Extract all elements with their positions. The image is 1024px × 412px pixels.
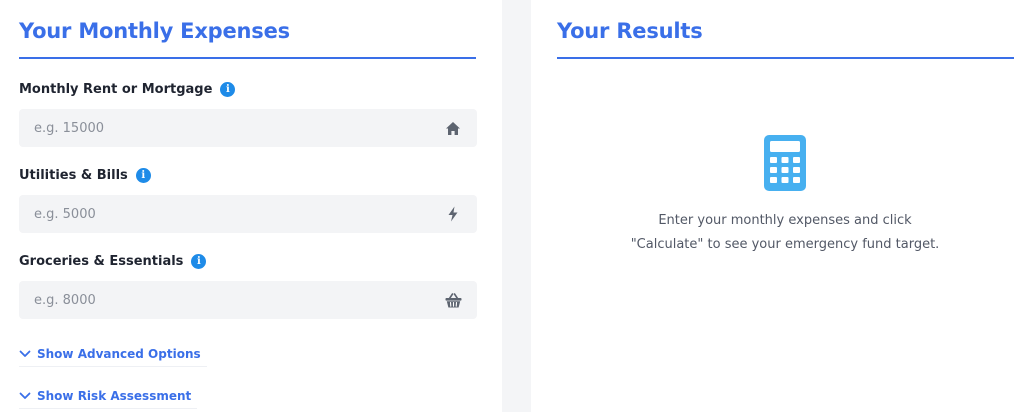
groceries-input[interactable]	[19, 281, 477, 319]
rent-input[interactable]	[19, 109, 477, 147]
info-icon[interactable]: i	[220, 82, 236, 97]
info-icon[interactable]: i	[135, 168, 151, 183]
results-empty-message: Enter your monthly expenses and click "C…	[630, 213, 940, 252]
chevron-down-icon	[19, 350, 31, 357]
groceries-field-label: Groceries & Essentials i	[19, 254, 207, 269]
utilities-label-text: Utilities & Bills	[19, 168, 128, 183]
basket-icon	[444, 291, 462, 309]
rent-field-label: Monthly Rent or Mortgage i	[19, 82, 236, 97]
home-icon	[444, 119, 462, 137]
expenses-panel: Your Monthly Expenses Monthly Rent or Mo…	[0, 0, 502, 412]
info-icon[interactable]: i	[191, 254, 207, 269]
calculator-icon	[764, 135, 806, 191]
show-advanced-options-toggle[interactable]: Show Advanced Options	[19, 341, 207, 367]
results-title-divider	[557, 57, 1014, 59]
bolt-icon	[444, 205, 462, 223]
toggle-label: Show Advanced Options	[37, 346, 201, 361]
toggle-label: Show Risk Assessment	[37, 388, 192, 403]
utilities-field-label: Utilities & Bills i	[19, 168, 151, 183]
utilities-input[interactable]	[19, 195, 477, 233]
results-title: Your Results	[557, 19, 703, 43]
show-risk-assessment-toggle[interactable]: Show Risk Assessment	[19, 383, 198, 409]
rent-label-text: Monthly Rent or Mortgage	[19, 82, 213, 97]
groceries-label-text: Groceries & Essentials	[19, 254, 184, 269]
results-panel: Your Results Enter your monthly expenses…	[531, 0, 1024, 412]
expenses-title-divider	[19, 57, 476, 59]
chevron-down-icon	[19, 392, 31, 399]
expenses-title: Your Monthly Expenses	[19, 19, 290, 43]
